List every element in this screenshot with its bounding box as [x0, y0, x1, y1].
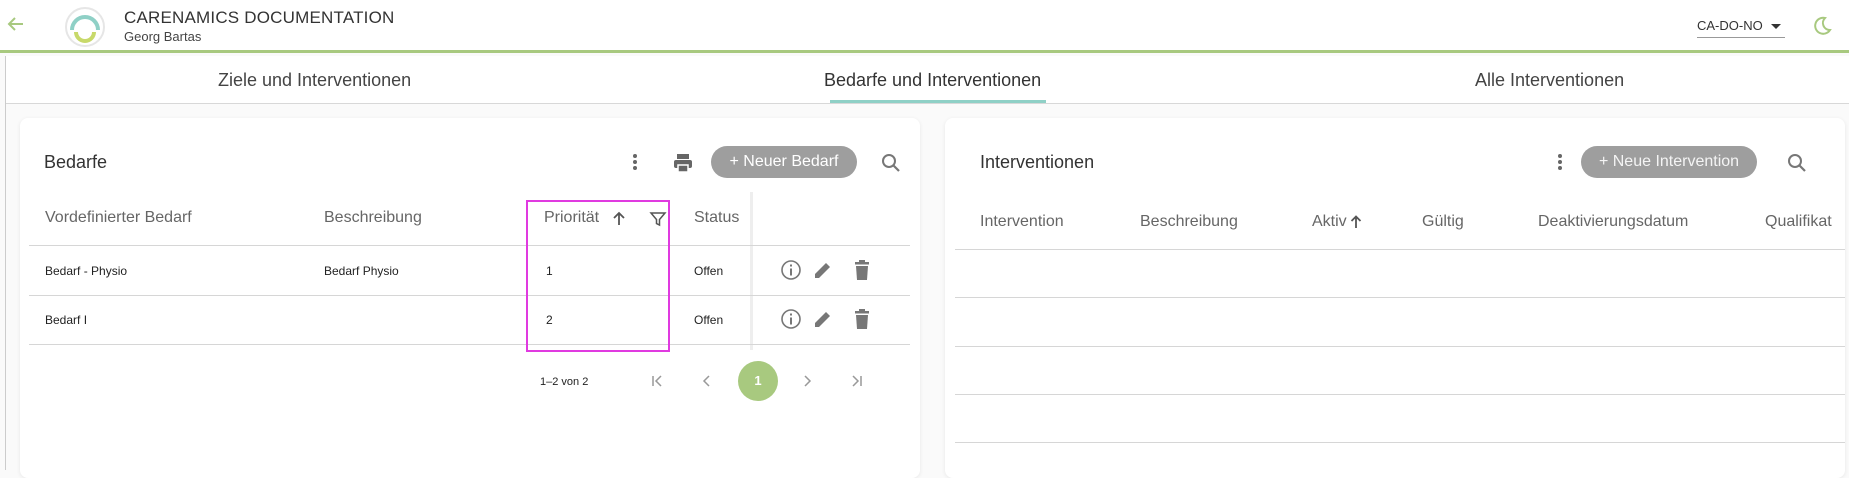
- info-icon[interactable]: [780, 308, 802, 330]
- active-tab-indicator: [830, 100, 1046, 103]
- tab-ziele-und-interventionen[interactable]: Ziele und Interventionen: [218, 70, 411, 91]
- bedarfe-more-icon[interactable]: [632, 153, 638, 173]
- edit-pencil-icon[interactable]: [812, 308, 834, 330]
- previous-page-icon[interactable]: [699, 373, 715, 389]
- column-deaktivierungsdatum[interactable]: Deaktivierungsdatum: [1538, 213, 1688, 231]
- back-arrow-icon[interactable]: [6, 14, 26, 34]
- bedarfe-search-icon[interactable]: [881, 153, 901, 173]
- row-divider: [955, 297, 1845, 298]
- priority-column-highlight: [526, 200, 670, 352]
- header-divider: [29, 245, 910, 246]
- neuer-bedarf-button[interactable]: + Neuer Bedarf: [711, 146, 857, 178]
- column-intervention[interactable]: Intervention: [980, 213, 1064, 231]
- row-divider: [29, 295, 910, 296]
- neue-intervention-button[interactable]: + Neue Intervention: [1581, 146, 1757, 178]
- cell-bedarf: Bedarf - Physio: [45, 264, 128, 278]
- edit-pencil-icon[interactable]: [812, 259, 834, 281]
- column-qualifikation[interactable]: Qualifikat: [1765, 213, 1832, 231]
- organization-select-value: CA-DO-NO: [1697, 18, 1763, 33]
- app-header: CARENAMICS DOCUMENTATION Georg Bartas CA…: [0, 0, 1849, 53]
- organization-select[interactable]: CA-DO-NO: [1697, 14, 1785, 38]
- row-divider: [955, 394, 1845, 395]
- interventionen-search-icon[interactable]: [1787, 153, 1807, 173]
- column-aktiv[interactable]: Aktiv: [1312, 213, 1347, 231]
- tab-bedarfe-und-interventionen[interactable]: Bedarfe und Interventionen: [824, 70, 1041, 91]
- paginator-range: 1–2 von 2: [540, 376, 589, 388]
- interventionen-card: Interventionen + Neue Intervention Inter…: [945, 118, 1845, 478]
- delete-trash-icon[interactable]: [852, 308, 872, 330]
- cell-beschreibung: Bedarf Physio: [324, 264, 399, 278]
- carenamics-logo: [65, 7, 105, 47]
- delete-trash-icon[interactable]: [852, 259, 872, 281]
- column-beschreibung[interactable]: Beschreibung: [324, 209, 422, 227]
- header-divider: [955, 249, 1845, 250]
- print-icon[interactable]: [672, 152, 694, 174]
- bedarfe-title: Bedarfe: [44, 152, 108, 172]
- row-divider: [955, 346, 1845, 347]
- left-border: [5, 56, 6, 470]
- dark-mode-moon-icon[interactable]: [1811, 15, 1833, 37]
- cell-status: Offen: [694, 264, 724, 278]
- bedarfe-card: Bedarfe + Neuer Bedarf Vordefinierter Be…: [20, 118, 920, 478]
- chevron-down-icon: [1771, 24, 1781, 29]
- column-status[interactable]: Status: [694, 209, 739, 227]
- column-beschreibung[interactable]: Beschreibung: [1140, 213, 1238, 231]
- cell-bedarf: Bedarf I: [45, 313, 88, 327]
- column-gueltig[interactable]: Gültig: [1422, 213, 1464, 231]
- column-vordefinierter-bedarf[interactable]: Vordefinierter Bedarf: [45, 209, 192, 227]
- patient-name: Georg Bartas: [124, 29, 202, 44]
- tab-bar: Ziele und Interventionen Bedarfe und Int…: [6, 56, 1849, 104]
- first-page-icon[interactable]: [649, 373, 665, 389]
- row-divider: [955, 442, 1845, 443]
- sticky-column-divider: [750, 192, 753, 350]
- cell-status: Offen: [694, 313, 724, 327]
- app-title: CARENAMICS DOCUMENTATION: [124, 8, 395, 27]
- tab-alle-interventionen[interactable]: Alle Interventionen: [1475, 70, 1624, 91]
- current-page-button[interactable]: 1: [738, 361, 778, 401]
- last-page-icon[interactable]: [849, 373, 865, 389]
- sort-ascending-icon[interactable]: [1350, 215, 1362, 230]
- next-page-icon[interactable]: [799, 373, 815, 389]
- info-icon[interactable]: [780, 259, 802, 281]
- interventionen-more-icon[interactable]: [1557, 153, 1563, 173]
- interventionen-title: Interventionen: [980, 152, 1095, 172]
- row-divider: [29, 344, 910, 345]
